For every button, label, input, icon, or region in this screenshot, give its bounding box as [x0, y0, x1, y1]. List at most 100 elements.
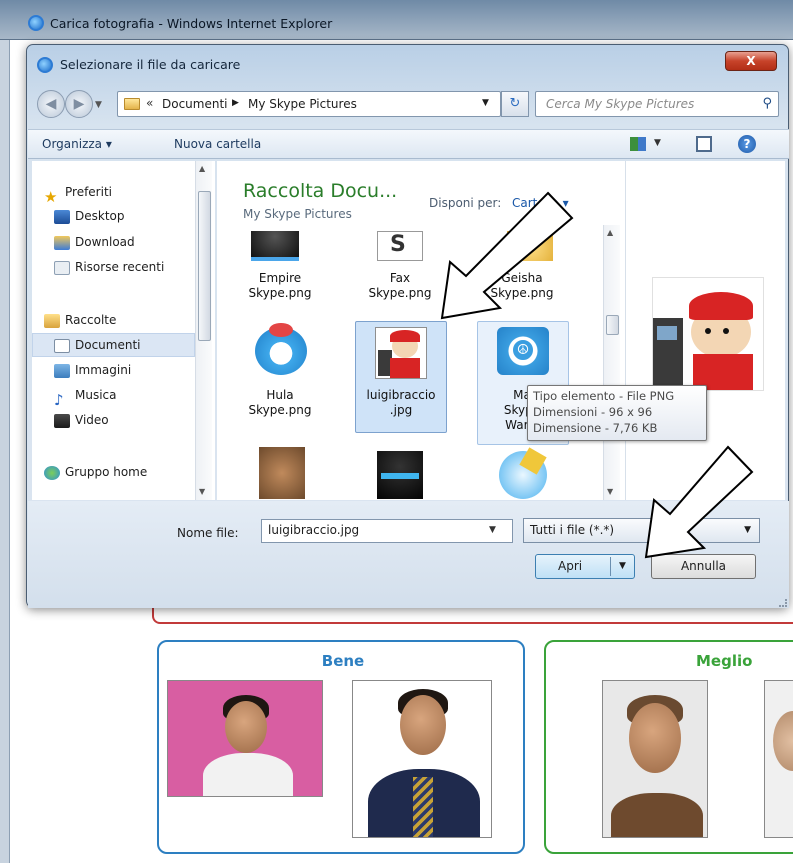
search-input[interactable]: Cerca My Skype Pictures ⚲ [535, 91, 779, 117]
recent-pages-dropdown[interactable]: ▼ [95, 100, 102, 110]
music-icon: ♪ [54, 390, 64, 409]
filename-input[interactable]: luigibraccio.jpg [261, 519, 513, 543]
wood-skype-icon[interactable] [259, 447, 305, 499]
nav-scroll-thumb[interactable] [198, 191, 211, 341]
tooltip-size: Dimensione - 7,76 KB [533, 421, 658, 435]
forward-button[interactable]: ▶ [65, 90, 93, 118]
filetype-dropdown-icon[interactable]: ▼ [744, 525, 751, 535]
new-folder-button[interactable]: Nuova cartella [174, 137, 261, 151]
scroll-up-icon[interactable]: ▲ [199, 164, 205, 173]
command-toolbar: Organizza ▾ Nuova cartella ▼ ? [28, 129, 789, 159]
nav-recent[interactable]: Risorse recenti [54, 256, 164, 278]
preview-pane [625, 161, 785, 500]
resize-grip[interactable] [779, 599, 787, 607]
library-icon [44, 313, 60, 328]
luigibraccio-thumbnail[interactable] [375, 327, 427, 379]
file-empire-name[interactable]: Empire Skype.png [235, 271, 325, 301]
ma-skype-war-icon[interactable]: ☮ [497, 327, 549, 375]
help-icon[interactable]: ? [738, 135, 756, 153]
file-luigibraccio-name[interactable]: luigibraccio .jpg [356, 388, 446, 418]
preview-image [652, 277, 764, 391]
bene-photo-2 [352, 680, 492, 838]
refresh-icon: ↻ [509, 96, 521, 111]
ie-logo-icon [28, 15, 44, 31]
open-split-divider [610, 557, 611, 576]
filetype-value: Tutti i file (*.*) [530, 523, 615, 537]
organize-button[interactable]: Organizza ▾ [42, 137, 112, 151]
search-placeholder: Cerca My Skype Pictures [546, 97, 695, 111]
desktop-icon [54, 209, 70, 224]
meglio-box: Meglio [544, 640, 793, 854]
file-list-scrollbar[interactable]: ▲ ▼ [603, 225, 620, 500]
ie-window-title: Carica fotografia - Windows Internet Exp… [50, 16, 333, 31]
recent-icon [54, 260, 70, 275]
library-subtitle: My Skype Pictures [243, 207, 352, 221]
ninja-skype-icon[interactable] [377, 451, 423, 499]
video-icon [54, 413, 70, 428]
nav-desktop[interactable]: Desktop [54, 205, 125, 227]
address-dropdown-icon[interactable]: ▼ [482, 98, 489, 108]
ie-left-edge [0, 40, 10, 863]
file-list-scroll-thumb[interactable] [606, 315, 619, 335]
filetype-select[interactable]: Tutti i file (*.*) ▼ [523, 518, 760, 543]
close-button[interactable]: X [725, 51, 777, 71]
file-tooltip: Tipo elemento - File PNG Dimensioni - 96… [527, 385, 707, 441]
arrange-by-dropdown[interactable]: Cartella ▾ [512, 196, 569, 210]
open-dropdown-icon[interactable]: ▼ [619, 561, 626, 571]
refresh-button[interactable]: ↻ [501, 91, 529, 117]
nav-documenti[interactable]: Documenti [54, 334, 141, 356]
homegroup-icon [44, 465, 60, 480]
geisha-skype-icon[interactable] [507, 231, 553, 261]
pictures-icon [54, 363, 70, 378]
breadcrumb-my-skype-pictures[interactable]: My Skype Pictures [248, 97, 357, 111]
ie-titlebar: Carica fotografia - Windows Internet Exp… [0, 0, 793, 40]
nav-homegroup[interactable]: Gruppo home [44, 461, 147, 483]
nav-immagini[interactable]: Immagini [54, 359, 131, 381]
address-bar[interactable]: « Documenti ▶ My Skype Pictures ▼ [117, 91, 501, 117]
bene-title: Bene [321, 652, 365, 670]
nav-musica[interactable]: ♪ Musica [54, 384, 117, 409]
filename-dropdown-icon[interactable]: ▼ [489, 525, 496, 535]
file-geisha-name[interactable]: Geisha Skype.png [477, 271, 567, 301]
search-icon[interactable]: ⚲ [762, 96, 772, 111]
bene-box: Bene [157, 640, 525, 854]
meglio-photo-1 [602, 680, 708, 838]
tooltip-dimensions: Dimensioni - 96 x 96 [533, 405, 653, 419]
dialog-title: Selezionare il file da caricare [60, 57, 241, 72]
star-icon: ★ [44, 187, 58, 206]
party-skype-icon[interactable] [499, 447, 547, 499]
nav-favorites[interactable]: ★ Preferiti [44, 181, 112, 206]
nav-video[interactable]: Video [54, 409, 109, 431]
open-button[interactable]: Apri ▼ [535, 554, 635, 579]
meglio-photo-2 [764, 680, 793, 838]
tooltip-type: Tipo elemento - File PNG [533, 389, 675, 403]
empire-skype-icon[interactable] [251, 231, 299, 261]
breadcrumb-documenti[interactable]: Documenti [162, 97, 228, 111]
arrange-by-label: Disponi per: [429, 196, 502, 210]
scroll-down-icon[interactable]: ▼ [199, 487, 205, 496]
cancel-button[interactable]: Annulla [651, 554, 756, 579]
breadcrumb-prefix[interactable]: « [146, 96, 153, 110]
documents-icon [54, 338, 70, 353]
view-dropdown-icon[interactable]: ▼ [654, 138, 661, 148]
nav-download[interactable]: Download [54, 231, 135, 253]
back-button[interactable]: ◀ [37, 90, 65, 118]
open-button-label: Apri [558, 559, 583, 573]
meglio-title: Meglio [696, 652, 753, 670]
fax-skype-icon[interactable]: S [377, 231, 423, 261]
breadcrumb-separator-icon[interactable]: ▶ [232, 98, 239, 108]
hula-skype-icon[interactable] [255, 323, 307, 375]
navigation-pane: ★ Preferiti Desktop Download Risorse rece… [32, 161, 215, 500]
view-options-icon[interactable] [630, 137, 646, 151]
file-open-dialog: Selezionare il file da caricare X ◀ ▶ ▼ … [26, 44, 789, 608]
scroll-up-icon[interactable]: ▲ [607, 228, 613, 237]
file-hula-name[interactable]: Hula Skype.png [235, 388, 325, 418]
file-fax-name[interactable]: Fax Skype.png [355, 271, 445, 301]
ie-icon [37, 57, 53, 73]
download-icon [54, 235, 70, 250]
scroll-down-icon[interactable]: ▼ [607, 487, 613, 496]
folder-icon [124, 98, 140, 110]
nav-libraries[interactable]: Raccolte [44, 309, 116, 331]
arrow-left-icon: ◀ [45, 96, 57, 112]
preview-pane-icon[interactable] [696, 136, 712, 152]
